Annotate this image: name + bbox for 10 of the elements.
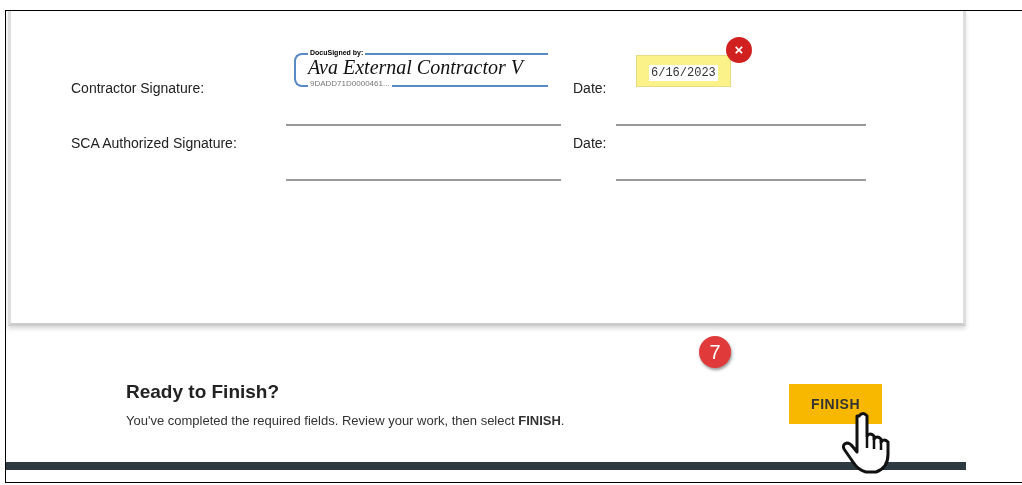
date-label: Date: [572,80,608,98]
date-field[interactable]: 6/16/2023 [636,55,731,87]
field-label: SCA Authorized Signature: [71,135,238,153]
finish-button[interactable]: FINISH [789,384,882,424]
finish-title: Ready to Finish? [126,381,281,403]
step-badge: 7 [699,336,732,368]
field-label: Contractor Signature: [71,80,206,98]
close-button[interactable]: × [726,37,752,63]
finish-message: You've completed the required fields. Review your work, then select FINISH. [126,413,565,428]
date-label: Date: [572,135,608,153]
